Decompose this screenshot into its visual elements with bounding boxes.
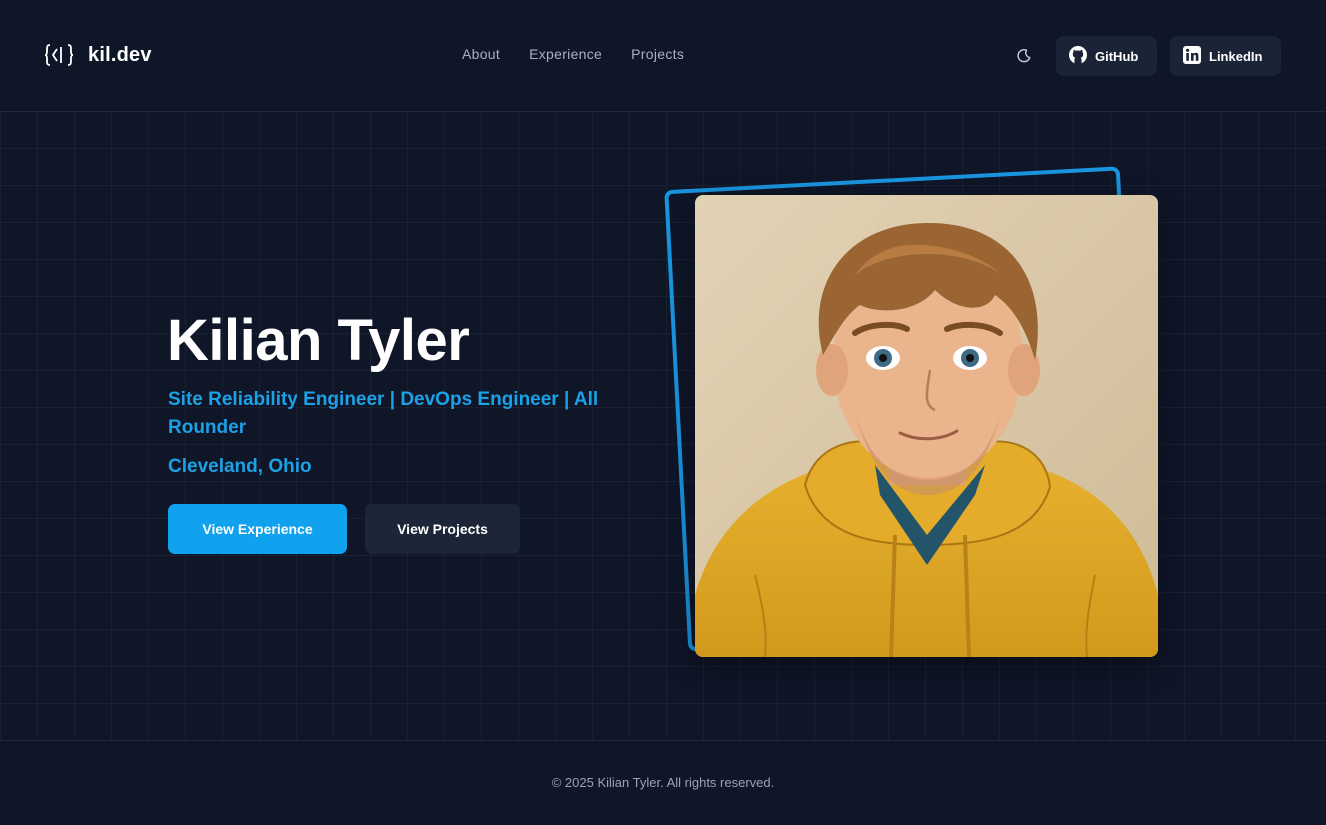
theme-toggle-button[interactable] xyxy=(1013,46,1035,68)
site-header: kil.dev About Experience Projects GitHub xyxy=(0,0,1326,112)
linkedin-label: LinkedIn xyxy=(1209,48,1263,64)
moon-icon xyxy=(1016,48,1032,67)
hero-title: Site Reliability Engineer | DevOps Engin… xyxy=(168,389,599,438)
hero-name: Kilian Tyler xyxy=(167,308,470,373)
hero-location: Cleveland, Ohio xyxy=(168,456,312,477)
logo-link[interactable]: kil.dev xyxy=(44,40,152,70)
nav-projects[interactable]: Projects xyxy=(631,46,684,62)
copyright-text: © 2025 Kilian Tyler. All rights reserved… xyxy=(551,775,775,790)
main-nav: About Experience Projects xyxy=(462,46,684,62)
code-braces-icon xyxy=(44,43,76,67)
logo-text: kil.dev xyxy=(88,43,152,66)
github-label: GitHub xyxy=(1095,48,1139,64)
profile-portrait xyxy=(695,195,1158,657)
linkedin-button[interactable]: LinkedIn xyxy=(1170,36,1281,76)
nav-experience[interactable]: Experience xyxy=(529,46,602,62)
linkedin-icon xyxy=(1182,45,1202,68)
github-button[interactable]: GitHub xyxy=(1056,36,1157,76)
page: kil.dev About Experience Projects GitHub xyxy=(0,0,1326,825)
nav-about[interactable]: About xyxy=(462,46,500,62)
view-experience-button[interactable]: View Experience xyxy=(168,504,347,554)
view-projects-button[interactable]: View Projects xyxy=(365,504,520,554)
site-footer: © 2025 Kilian Tyler. All rights reserved… xyxy=(0,740,1326,825)
github-icon xyxy=(1068,45,1088,68)
